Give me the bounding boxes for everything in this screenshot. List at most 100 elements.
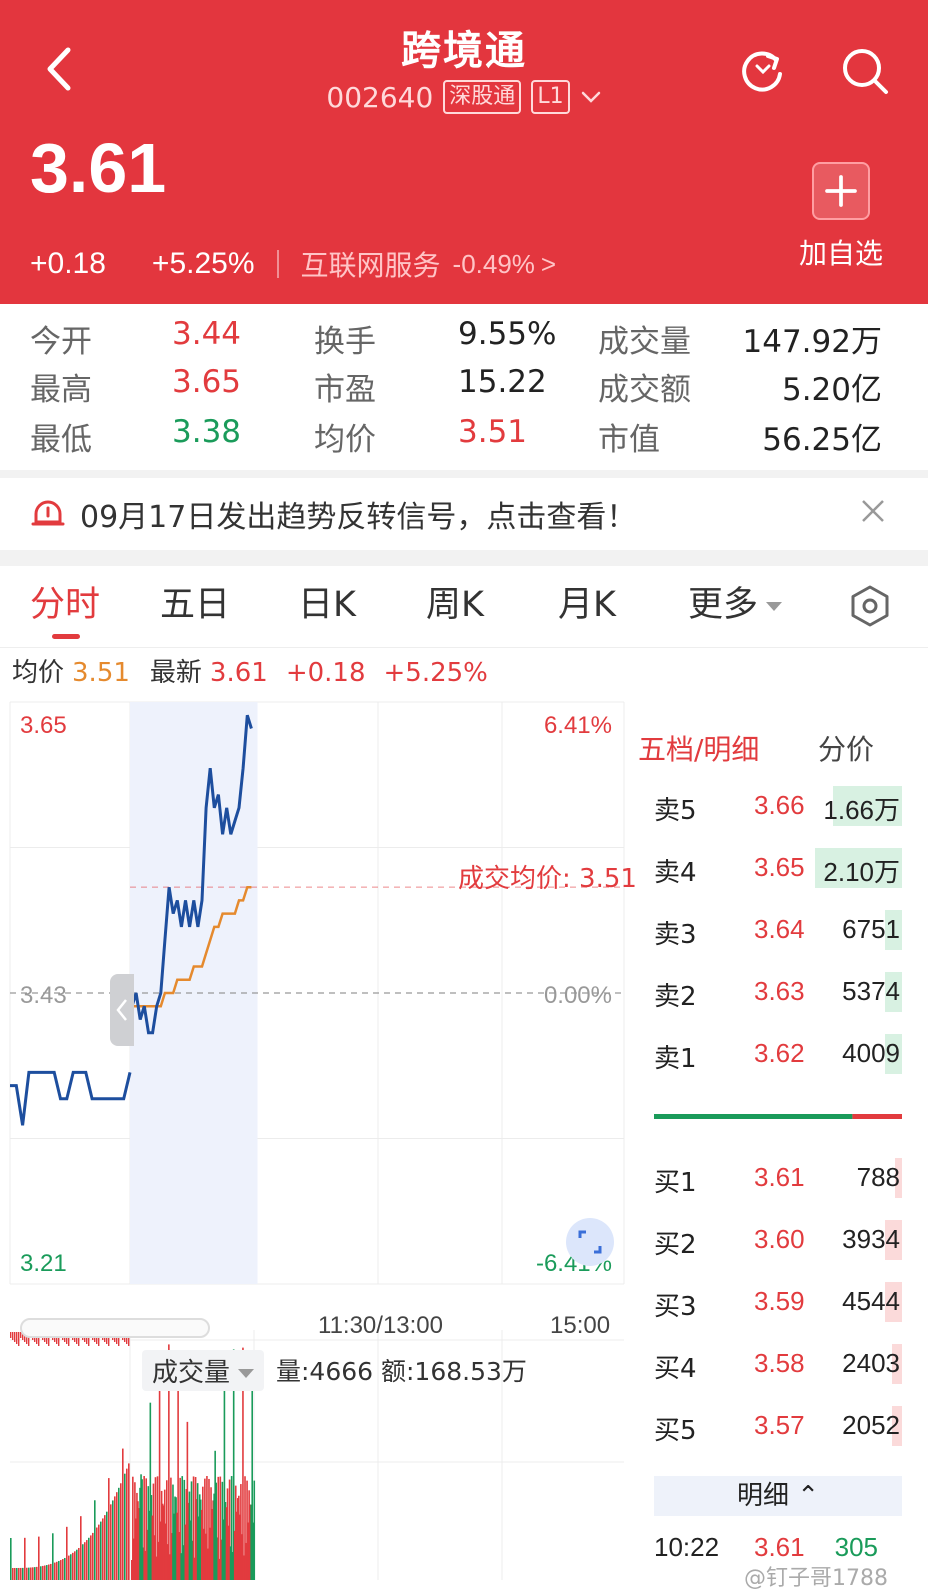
volume-bar [88, 1537, 90, 1580]
trade-price: 3.61 [754, 1532, 805, 1562]
volume-bar [22, 1567, 24, 1580]
volume-bar [16, 1332, 18, 1344]
volume-bar [84, 1542, 86, 1580]
order-price: 3.58 [754, 1348, 805, 1378]
volume-bar [62, 1559, 64, 1580]
order-level-label: 买3 [654, 1292, 697, 1322]
order-price: 3.63 [754, 976, 805, 1006]
y-tick-bottom: 3.21 [20, 1250, 67, 1277]
search-icon[interactable] [838, 44, 892, 98]
volume-bar [28, 1567, 30, 1580]
volume-bar [118, 1487, 120, 1580]
volume-bar [58, 1560, 60, 1580]
sell-order-row[interactable]: 卖4 3.65 2.10万 [654, 846, 902, 890]
volume-bar [54, 1562, 56, 1580]
volume-bar [98, 1524, 100, 1580]
collapse-handle[interactable] [110, 974, 134, 1046]
trade-time: 10:22 [654, 1532, 720, 1562]
close-icon[interactable] [858, 496, 888, 526]
y-tick-top: 3.65 [20, 712, 67, 739]
buy-order-row[interactable]: 买3 3.59 4544 [654, 1280, 902, 1324]
volume-bar [36, 1566, 38, 1580]
stat-value: 147.92万 [742, 324, 882, 360]
volume-bar [82, 1544, 84, 1580]
buy-order-row[interactable]: 买4 3.58 2403 [654, 1342, 902, 1386]
refresh-icon[interactable] [736, 44, 790, 98]
order-qty: 3934 [842, 1224, 900, 1254]
order-price: 3.62 [754, 1038, 805, 1068]
volume-bar [104, 1515, 106, 1580]
volume-bar [80, 1516, 82, 1580]
sell-order-row[interactable]: 卖2 3.63 5374 [654, 970, 902, 1014]
volume-bar [10, 1332, 12, 1338]
buy-order-row[interactable]: 买5 3.57 2052 [654, 1404, 902, 1448]
order-price: 3.64 [754, 914, 805, 944]
volume-bar [68, 1555, 70, 1580]
dropdown-icon [766, 601, 783, 611]
chevron-up-icon: ⌃ [797, 1481, 820, 1511]
settings-icon[interactable] [848, 584, 892, 628]
volume-bar [42, 1565, 44, 1580]
volume-label: 成交量 [152, 1358, 231, 1388]
volume-indicator-select[interactable]: 成交量 [142, 1350, 265, 1391]
order-qty: 1.66万 [823, 795, 900, 825]
sell-order-row[interactable]: 卖3 3.64 6751 [654, 908, 902, 952]
volume-bar [114, 1496, 116, 1580]
volume-bar [78, 1547, 80, 1580]
order-price: 3.59 [754, 1286, 805, 1316]
order-qty: 4544 [842, 1286, 900, 1316]
volume-bar [56, 1561, 58, 1580]
tab-more[interactable]: 更多 [688, 576, 783, 627]
volume-bar [18, 1567, 20, 1580]
volume-bar [116, 1492, 118, 1580]
order-qty: 788 [856, 1162, 900, 1192]
volume-bar [128, 1463, 130, 1580]
volume-bar [14, 1567, 16, 1580]
order-qty: 6751 [842, 914, 900, 944]
buy-order-row[interactable]: 买2 3.60 3934 [654, 1218, 902, 1262]
volume-bar [48, 1564, 50, 1580]
sell-order-row[interactable]: 卖5 3.66 1.66万 [654, 784, 902, 828]
volume-bar [52, 1533, 54, 1580]
volume-bar [10, 1538, 12, 1580]
volume-bar [94, 1500, 96, 1580]
tab-order-book[interactable]: 五档/明细 [638, 728, 759, 768]
trade-detail-toggle[interactable]: 明细 ⌃ [654, 1476, 902, 1516]
volume-bar [253, 1480, 256, 1580]
volume-bar [90, 1535, 92, 1580]
chart-grid [9, 701, 625, 1580]
pre-session-line [10, 1070, 132, 1126]
volume-info: 量:4666 额:168.53万 [276, 1357, 527, 1386]
buy-sell-ratio-bar [654, 1114, 902, 1119]
volume-bar [124, 1473, 126, 1580]
sell-order-row[interactable]: 卖1 3.62 4009 [654, 1032, 902, 1076]
volume-bar [86, 1540, 88, 1580]
order-qty: 2403 [842, 1348, 900, 1378]
order-level-label: 卖4 [654, 858, 697, 888]
dropdown-icon [238, 1369, 255, 1378]
add-watchlist-label[interactable]: 加自选 [786, 232, 896, 272]
volume-bar [34, 1567, 36, 1580]
order-level-label: 卖5 [654, 796, 697, 826]
volume-bar [20, 1567, 22, 1580]
volume-bar [46, 1565, 48, 1580]
add-watchlist-button[interactable] [812, 162, 870, 220]
volume-bar [40, 1566, 42, 1580]
stat-value: 5.20亿 [781, 372, 882, 408]
volume-bar [70, 1554, 72, 1580]
volume-bar [100, 1521, 102, 1580]
time-scroll-handle[interactable] [20, 1318, 210, 1338]
volume-bar [50, 1563, 52, 1580]
fullscreen-icon[interactable] [566, 1218, 614, 1266]
buy-order-row[interactable]: 买1 3.61 788 [654, 1156, 902, 1200]
volume-bar [14, 1332, 16, 1342]
tab-price-dist[interactable]: 分价 [818, 728, 874, 768]
order-price: 3.61 [754, 1162, 805, 1192]
order-price: 3.57 [754, 1410, 805, 1440]
order-qty: 2052 [842, 1410, 900, 1440]
order-level-label: 买1 [654, 1168, 697, 1198]
volume-bar [60, 1560, 62, 1580]
watermark: @钉子哥1788 [744, 1566, 888, 1591]
order-price: 3.66 [754, 790, 805, 820]
trade-qty: 305 [834, 1532, 878, 1562]
